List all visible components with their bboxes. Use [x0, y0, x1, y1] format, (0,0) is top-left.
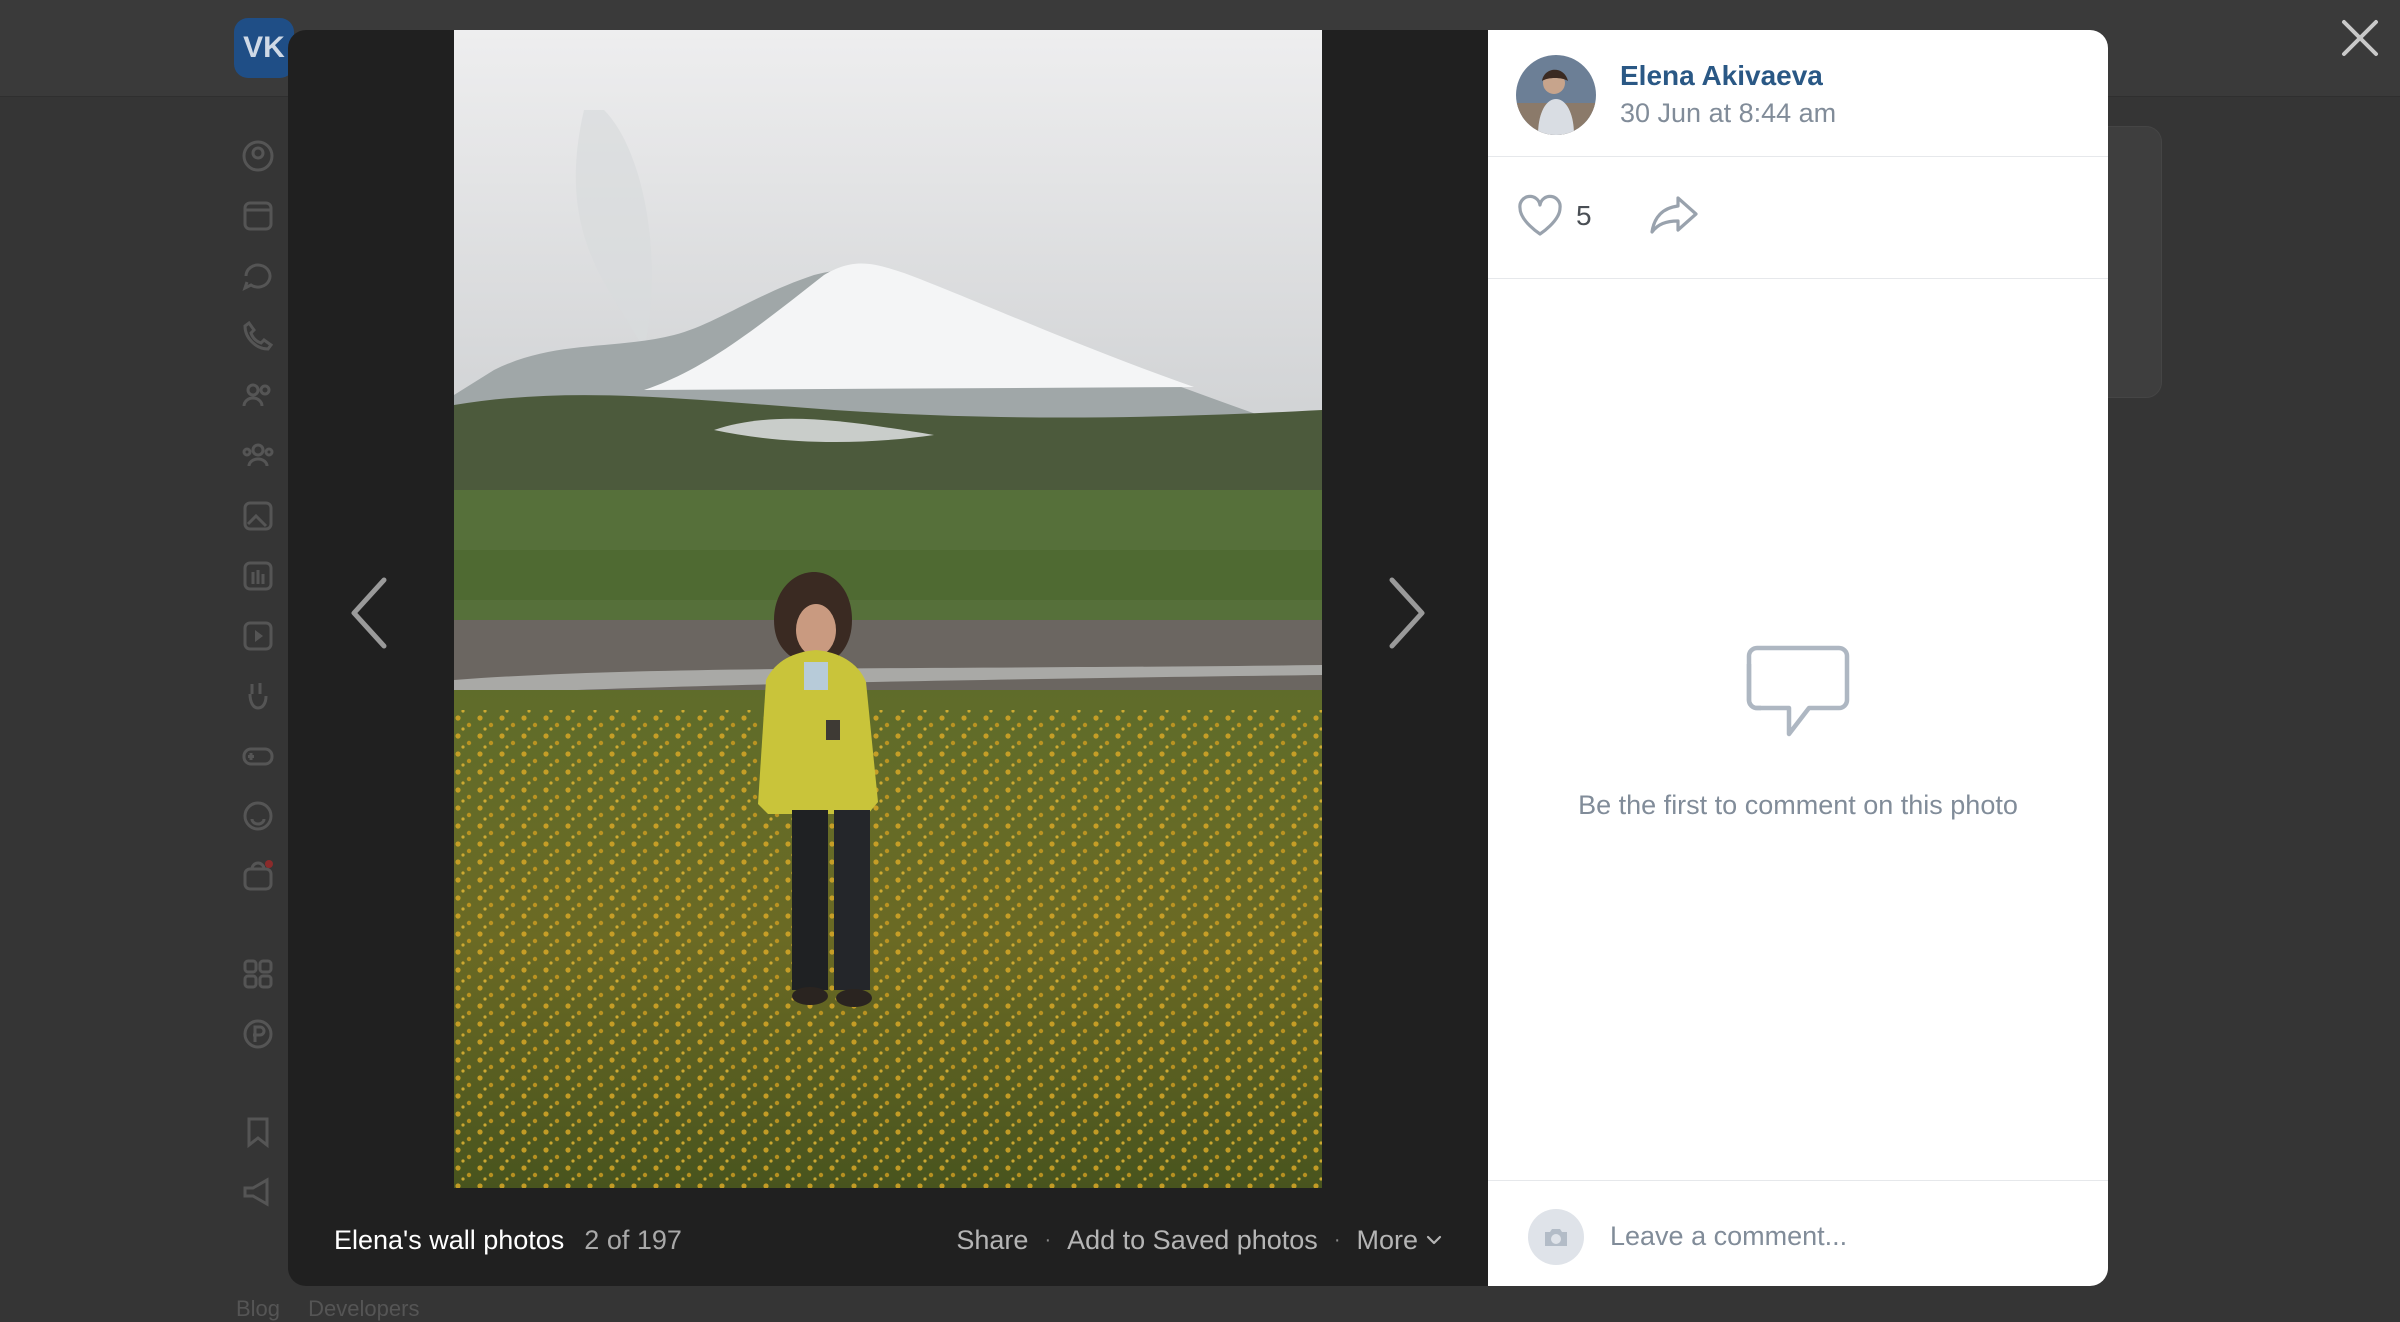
photos-icon — [240, 498, 276, 534]
calls-icon — [240, 318, 276, 354]
news-icon — [240, 198, 276, 234]
photo-side-panel: Elena Akivaeva 30 Jun at 8:44 am 5 Be th… — [1488, 30, 2108, 1286]
chevron-left-icon — [351, 577, 387, 649]
games-icon — [240, 738, 276, 774]
background-footer: Blog Developers — [236, 1296, 441, 1322]
photo-viewer: Elena's wall photos 2 of 197 Share · Add… — [288, 30, 2108, 1286]
chevron-right-icon — [1389, 577, 1425, 649]
more-menu-button[interactable]: More — [1356, 1225, 1442, 1256]
video-icon — [240, 618, 276, 654]
save-photo-link[interactable]: Add to Saved photos — [1067, 1225, 1318, 1256]
camera-icon — [1545, 1229, 1567, 1246]
photo[interactable] — [454, 30, 1322, 1188]
chevron-down-icon — [1426, 1235, 1442, 1245]
next-photo-button[interactable] — [1380, 568, 1436, 658]
share-link[interactable]: Share — [956, 1225, 1028, 1256]
photo-footer: Elena's wall photos 2 of 197 Share · Add… — [288, 1210, 1488, 1270]
separator: · — [1044, 1228, 1052, 1251]
comment-input[interactable] — [1608, 1205, 2072, 1267]
photo-actions: Share · Add to Saved photos · More — [956, 1225, 1442, 1256]
comments-icon — [1746, 645, 1850, 737]
communities-icon — [240, 438, 276, 474]
friends-icon — [240, 378, 276, 414]
footer-link-developers: Developers — [308, 1296, 420, 1321]
comment-bar — [1488, 1180, 2108, 1286]
close-button[interactable] — [2338, 16, 2382, 60]
heart-icon — [1518, 194, 1562, 236]
empty-comments-placeholder — [1488, 642, 2108, 747]
share-button[interactable] — [1648, 192, 1700, 241]
like-count: 5 — [1576, 200, 1592, 231]
author-name-link[interactable]: Elena Akivaeva — [1620, 60, 1823, 92]
vk-logo: VK — [234, 18, 294, 78]
ads-icon — [240, 1174, 276, 1210]
avatar[interactable] — [1516, 55, 1596, 135]
pay-icon — [240, 1016, 276, 1052]
like-button[interactable]: 5 — [1516, 194, 1592, 238]
profile-icon — [240, 138, 276, 174]
attach-photo-button[interactable] — [1528, 1209, 1584, 1265]
album-title-link[interactable]: Elena's wall photos — [334, 1225, 564, 1256]
market-icon — [240, 858, 276, 894]
post-date[interactable]: 30 Jun at 8:44 am — [1620, 98, 1836, 129]
close-icon — [2342, 20, 2378, 56]
separator: · — [1333, 1228, 1341, 1251]
share-arrow-icon — [1650, 196, 1698, 234]
stickers-icon — [240, 798, 276, 834]
footer-link-blog: Blog — [236, 1296, 281, 1321]
bookmarks-icon — [240, 1114, 276, 1150]
photo-pane: Elena's wall photos 2 of 197 Share · Add… — [288, 30, 1488, 1286]
music-icon — [240, 558, 276, 594]
previous-photo-button[interactable] — [340, 568, 396, 658]
messages-icon — [240, 258, 276, 294]
services-icon — [240, 956, 276, 992]
author-header: Elena Akivaeva 30 Jun at 8:44 am — [1488, 30, 2108, 157]
empty-comments-text: Be the first to comment on this photo — [1578, 790, 2018, 820]
more-label: More — [1356, 1224, 1418, 1255]
photo-counter: 2 of 197 — [584, 1224, 682, 1255]
reactions-bar: 5 — [1488, 156, 2108, 279]
clips-icon — [240, 678, 276, 714]
